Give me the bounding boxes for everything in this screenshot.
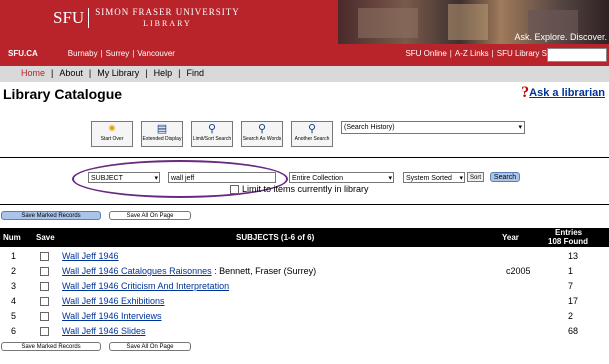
limit-label: Limit to items currently in library	[242, 184, 369, 194]
subject-link[interactable]: Wall Jeff 1946	[62, 251, 119, 261]
col-num: Num	[3, 233, 21, 242]
sort-button[interactable]: Sort	[467, 172, 484, 182]
subject-link[interactable]: Wall Jeff 1946 Slides	[62, 326, 146, 336]
library-search-input[interactable]	[547, 48, 607, 62]
nav-link-vancouver[interactable]: Vancouver	[137, 49, 175, 58]
subject-link[interactable]: Wall Jeff 1946 Exhibitions	[62, 296, 165, 306]
table-row: 2 Wall Jeff 1946 Catalogues Raisonnes : …	[11, 266, 574, 276]
search-history-select[interactable]: (Search History) ▾	[341, 121, 525, 134]
another-search-button[interactable]: ⚲ Another Search	[291, 121, 333, 147]
col-year: Year	[502, 233, 519, 242]
sort-select[interactable]: System Sorted ▾	[403, 172, 465, 183]
list-icon: ▤	[156, 123, 168, 135]
magnifier-icon: ⚲	[307, 123, 317, 135]
limit-checkbox[interactable]	[230, 184, 239, 194]
magnifier-icon: ⚲	[207, 123, 217, 135]
start-over-button[interactable]: ✷ Start Over	[91, 121, 133, 147]
nav-link-sfuca[interactable]: SFU.CA	[8, 49, 38, 58]
ask-librarian-link[interactable]: Ask a librarian	[529, 87, 605, 99]
page-title: Library Catalogue	[3, 86, 123, 102]
save-all-button-top[interactable]: Save All On Page	[109, 211, 191, 220]
logo-mark: SFU	[45, 8, 90, 28]
chevron-down-icon: ▾	[518, 124, 522, 131]
subject-link[interactable]: Wall Jeff 1946 Interviews	[62, 311, 162, 321]
chevron-down-icon: ▾	[154, 175, 158, 182]
subnav-find[interactable]: Find	[186, 68, 204, 78]
question-icon: ?	[521, 84, 530, 101]
subnav-home[interactable]: Home	[21, 68, 45, 78]
magnifier-abc-icon: ⚲	[257, 123, 267, 135]
chevron-down-icon: ▾	[388, 175, 392, 182]
nav-link-burnaby[interactable]: Burnaby	[68, 49, 98, 58]
col-save: Save	[36, 233, 55, 242]
col-entries: Entries	[555, 228, 583, 237]
subnav-about[interactable]: About	[59, 68, 83, 78]
extended-display-button[interactable]: ▤ Extended Display	[141, 121, 183, 147]
divider	[0, 204, 609, 205]
banner-photo: Ask. Explore. Discover.	[338, 0, 609, 44]
row-checkbox[interactable]	[40, 252, 49, 261]
collection-select[interactable]: Entire Collection ▾	[289, 172, 394, 183]
row-checkbox[interactable]	[40, 282, 49, 291]
save-marked-button-top[interactable]: Save Marked Records	[1, 211, 101, 220]
search-as-words-button[interactable]: ⚲ Search As Words	[241, 121, 283, 147]
ask-librarian[interactable]: ? Ask a librarian	[521, 84, 605, 101]
divider	[0, 157, 609, 158]
table-row: 1 Wall Jeff 1946 13	[11, 251, 579, 261]
row-checkbox[interactable]	[40, 267, 49, 276]
results-table-header: Num Save SUBJECTS (1-6 of 6) Year Entrie…	[0, 228, 609, 247]
search-field-select[interactable]: SUBJECT ▾	[88, 172, 160, 183]
table-row: 4 Wall Jeff 1946 Exhibitions 17	[11, 296, 579, 306]
library-name: LIBRARY	[143, 19, 192, 28]
subject-link[interactable]: Wall Jeff 1946 Criticism And Interpretat…	[62, 281, 229, 291]
save-all-button-bottom[interactable]: Save All On Page	[109, 342, 191, 351]
table-row: 5 Wall Jeff 1946 Interviews 2	[11, 311, 574, 321]
subnav-help[interactable]: Help	[154, 68, 173, 78]
sfu-logo[interactable]: SFU SIMON FRASER UNIVERSITY LIBRARY	[45, 0, 239, 36]
starburst-icon: ✷	[107, 123, 117, 135]
university-name: SIMON FRASER UNIVERSITY LIBRARY	[95, 7, 240, 28]
row-checkbox[interactable]	[40, 327, 49, 336]
subject-link[interactable]: Wall Jeff 1946 Catalogues Raisonnes	[62, 266, 212, 276]
top-nav: SFU.CA Burnaby | Surrey | Vancouver SFU …	[0, 44, 609, 66]
search-button[interactable]: Search	[490, 172, 520, 182]
col-entries-found: 108 Found	[548, 237, 589, 246]
subnav-my-library[interactable]: My Library	[97, 68, 139, 78]
save-marked-button-bottom[interactable]: Save Marked Records	[1, 342, 101, 351]
nav-link-sfu-online[interactable]: SFU Online	[405, 49, 446, 58]
site-banner: SFU SIMON FRASER UNIVERSITY LIBRARY Ask.…	[0, 0, 609, 66]
search-query-input[interactable]: wall jeff	[168, 172, 276, 183]
limit-option: Limit to items currently in library	[230, 184, 369, 194]
nav-link-surrey[interactable]: Surrey	[106, 49, 130, 58]
limit-sort-button[interactable]: ⚲ Limit/Sort Search	[191, 121, 233, 147]
chevron-down-icon: ▾	[459, 175, 463, 182]
row-checkbox[interactable]	[40, 312, 49, 321]
tagline: Ask. Explore. Discover.	[514, 32, 607, 42]
row-checkbox[interactable]	[40, 297, 49, 306]
nav-link-az-links[interactable]: A-Z Links	[455, 49, 489, 58]
table-row: 3 Wall Jeff 1946 Criticism And Interpret…	[11, 281, 574, 291]
col-subjects: SUBJECTS (1-6 of 6)	[236, 233, 315, 242]
table-row: 6 Wall Jeff 1946 Slides 68	[11, 326, 579, 336]
sub-nav: Home | About | My Library | Help | Find	[21, 68, 204, 78]
